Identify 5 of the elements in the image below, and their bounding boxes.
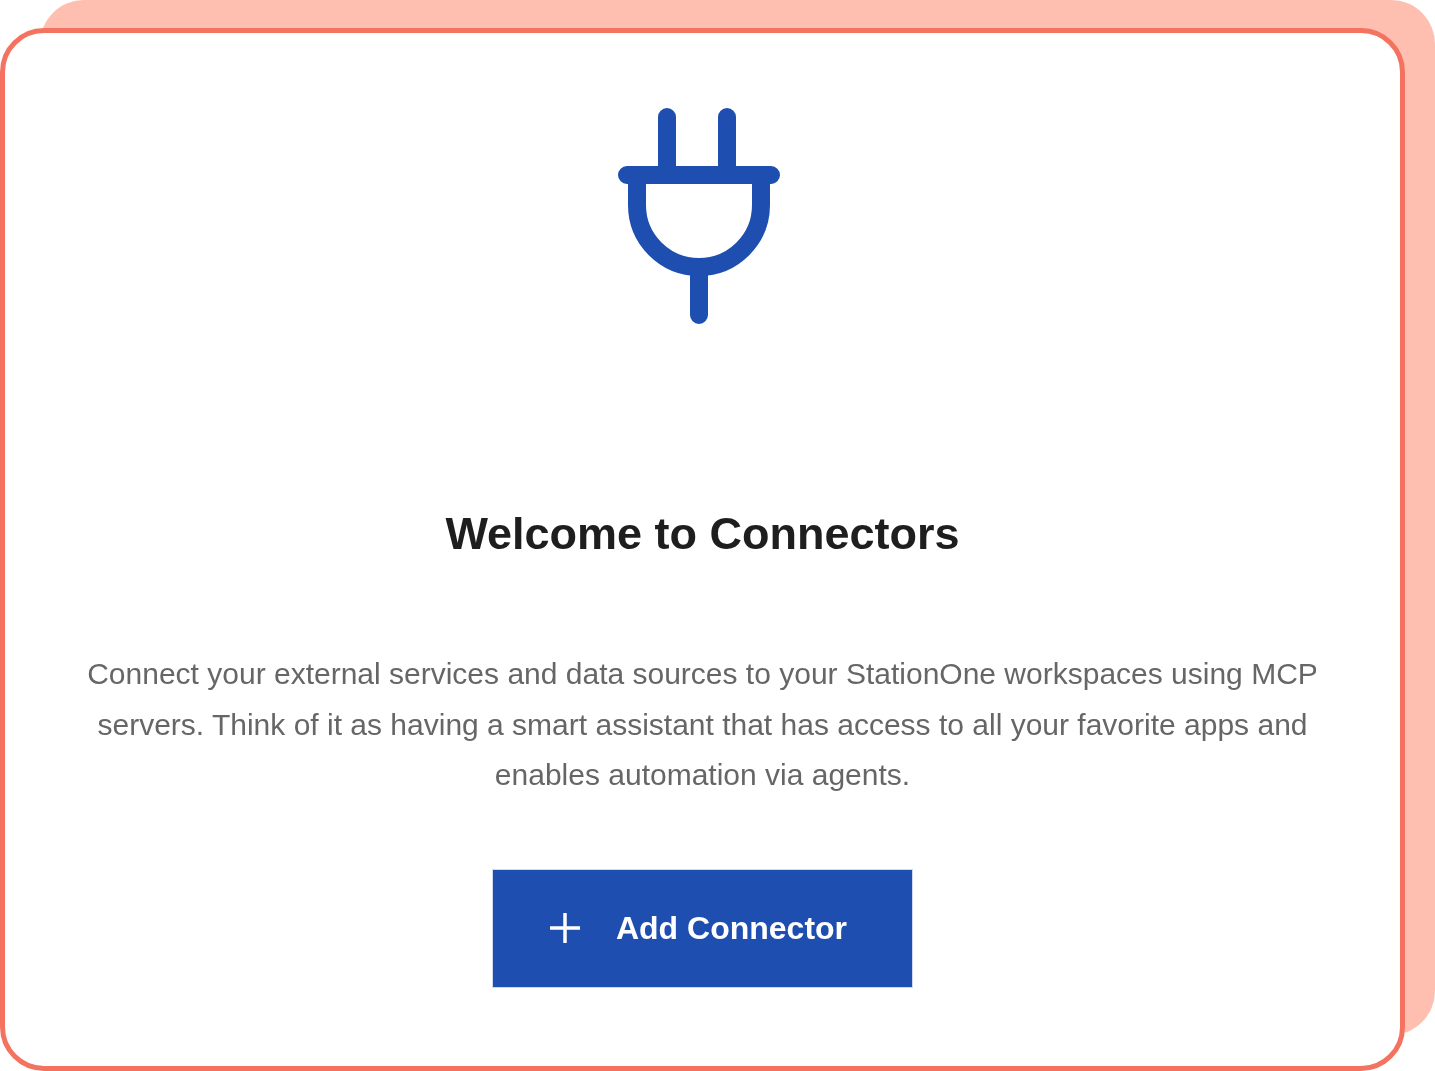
description-text: Connect your external services and data sources to your StationOne workspaces using MCP servers. Think of it as having a smart assistant that has access to all your favorite apps and enables automation via agents. xyxy=(86,656,1319,793)
plug-icon xyxy=(616,105,781,325)
plus-icon xyxy=(547,911,582,945)
welcome-title: Welcome to Connectors xyxy=(445,507,960,561)
add-connector-button[interactable]: Add Connector xyxy=(492,868,913,988)
